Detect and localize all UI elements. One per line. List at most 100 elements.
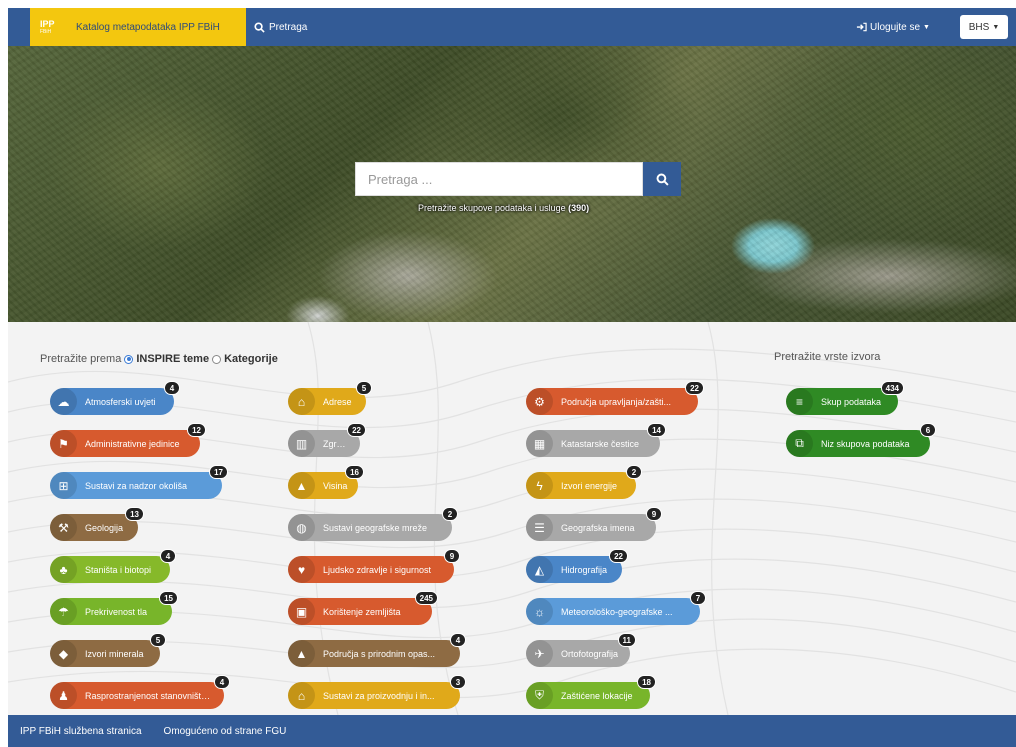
theme-pill[interactable]: ☰ Geografska imena 9	[526, 507, 662, 541]
search-hint: Pretražite skupove podataka i usluge (39…	[418, 203, 589, 213]
theme-label: Katastarske čestice	[561, 438, 640, 449]
nav-search-link[interactable]: Pretraga	[254, 8, 307, 46]
hazard-icon: ▲	[288, 640, 315, 667]
protected-icon: ⛨	[526, 682, 553, 709]
theme-pill[interactable]: ▦ Katastarske čestice 14	[526, 423, 666, 457]
theme-label: Sustavi za proizvodnju i in...	[323, 690, 435, 701]
theme-label: Zaštićene lokacije	[561, 690, 633, 701]
globe-icon: ◍	[288, 514, 315, 541]
count-badge: 6	[920, 423, 936, 437]
language-button[interactable]: BHS ▼	[960, 15, 1008, 39]
theme-pill[interactable]: ▥ Zgrade 22	[288, 423, 366, 457]
browse-by-label: Pretražite prema	[40, 353, 122, 365]
count-badge: 14	[647, 423, 666, 437]
theme-pill[interactable]: ☂ Prekrivenost tla 15	[50, 591, 178, 625]
theme-label: Staništa i biotopi	[85, 564, 152, 575]
count-badge: 13	[125, 507, 144, 521]
login-dropdown[interactable]: Ulogujte se ▼	[856, 8, 930, 46]
theme-label: Zgrade	[323, 438, 352, 449]
theme-label: Hidrografija	[561, 564, 608, 575]
theme-label: Izvori minerala	[85, 648, 144, 659]
theme-pill[interactable]: ♥ Ljudsko zdravlje i sigurnost 9	[288, 549, 460, 583]
count-badge: 2	[442, 507, 458, 521]
map-icon: ⚑	[50, 430, 77, 457]
count-badge: 11	[617, 633, 636, 647]
count-badge: 12	[187, 423, 206, 437]
count-badge: 9	[646, 507, 662, 521]
count-badge: 22	[609, 549, 628, 563]
theme-pill[interactable]: ♟ Rasprostranjenost stanovništva ... 4	[50, 675, 230, 709]
theme-pill[interactable]: ▲ Područja s prirodnim opas... 4	[288, 633, 466, 667]
theme-pill[interactable]: ◍ Sustavi geografske mreže 2	[288, 507, 458, 541]
browse-section: Pretražite prema INSPIRE teme Kategorije…	[8, 322, 1016, 715]
theme-pill[interactable]: ϟ Izvori energije 2	[526, 465, 642, 499]
heart-icon: ♥	[288, 556, 315, 583]
theme-label: Korištenje zemljišta	[323, 606, 401, 617]
search-input[interactable]: Pretraga ...	[355, 162, 643, 196]
footer-provider-link[interactable]: Omogućeno od strane FGU	[164, 726, 287, 737]
footer: IPP FBiH službena stranica Omogućeno od …	[8, 715, 1016, 747]
management-icon: ⚙	[526, 388, 553, 415]
count-badge: 15	[159, 591, 178, 605]
count-badge: 2	[626, 465, 642, 479]
source-pill[interactable]: ≡ Skup podataka 434	[786, 381, 904, 415]
theme-label: Administrativne jedinice	[85, 438, 180, 449]
theme-pill[interactable]: ☼ Meteorološko-geografske ... 7	[526, 591, 706, 625]
pickaxe-icon: ⚒	[50, 514, 77, 541]
theme-pill[interactable]: ◭ Hidrografija 22	[526, 549, 628, 583]
theme-pill[interactable]: ✈ Ortofotografija 11	[526, 633, 636, 667]
theme-pill[interactable]: ⌂ Adrese 5	[288, 381, 372, 415]
theme-label: Prekrivenost tla	[85, 606, 148, 617]
login-label: Ulogujte se	[870, 21, 921, 33]
top-navbar: IPP FBiH Katalog metapodataka IPP FBiH P…	[8, 8, 1016, 46]
count-badge: 5	[356, 381, 372, 395]
habitat-icon: ♣	[50, 556, 77, 583]
radio-inspire-label[interactable]: INSPIRE teme	[136, 353, 209, 365]
mountain-icon: ▲	[288, 472, 315, 499]
theme-pill[interactable]: ⚒ Geologija 13	[50, 507, 144, 541]
source-types-heading: Pretražite vrste izvora	[774, 351, 881, 363]
search-icon	[254, 21, 265, 33]
radio-inspire[interactable]	[124, 354, 134, 364]
count-badge: 9	[444, 549, 460, 563]
radio-categories[interactable]	[212, 354, 222, 364]
diamond-icon: ◆	[50, 640, 77, 667]
theme-pill[interactable]: ▲ Visina 16	[288, 465, 364, 499]
brand-link[interactable]: IPP FBiH Katalog metapodataka IPP FBiH	[30, 8, 246, 46]
count-badge: 245	[414, 591, 438, 605]
theme-pill[interactable]: ⌂ Sustavi za proizvodnju i in... 3	[288, 675, 466, 709]
app-title: Katalog metapodataka IPP FBiH	[76, 21, 220, 33]
parcel-icon: ▦	[526, 430, 553, 457]
theme-label: Meteorološko-geografske ...	[561, 606, 673, 617]
source-pill[interactable]: ⧉ Niz skupova podataka 6	[786, 423, 936, 457]
theme-pill[interactable]: ♣ Staništa i biotopi 4	[50, 549, 176, 583]
building-icon: ▥	[288, 430, 315, 457]
theme-pill[interactable]: ⛨ Zaštićene lokacije 18	[526, 675, 656, 709]
login-icon	[856, 22, 867, 32]
radio-categories-label[interactable]: Kategorije	[224, 353, 278, 365]
count-badge: 3	[450, 675, 466, 689]
theme-pill[interactable]: ⚑ Administrativne jedinice 12	[50, 423, 206, 457]
theme-pill[interactable]: ▣ Korištenje zemljišta 245	[288, 591, 438, 625]
theme-pill[interactable]: ☁ Atmosferski uvjeti 4	[50, 381, 180, 415]
database-icon: ≡	[786, 388, 813, 415]
footer-official-link[interactable]: IPP FBiH službena stranica	[20, 726, 142, 737]
theme-pill[interactable]: ⚙ Područja upravljanja/zašti... 22	[526, 381, 704, 415]
names-icon: ☰	[526, 514, 553, 541]
address-icon: ⌂	[288, 388, 315, 415]
theme-pill[interactable]: ◆ Izvori minerala 5	[50, 633, 166, 667]
sensor-icon: ⊞	[50, 472, 77, 499]
count-badge: 4	[160, 549, 176, 563]
caret-down-icon: ▼	[923, 23, 930, 31]
logo-text: IPP	[40, 18, 55, 29]
landcover-icon: ☂	[50, 598, 77, 625]
search-hint-text: Pretražite skupove podataka i usluge	[418, 203, 566, 213]
people-icon: ♟	[50, 682, 77, 709]
search-button[interactable]	[643, 162, 681, 196]
caret-down-icon: ▼	[992, 23, 1000, 31]
theme-label: Ortofotografija	[561, 648, 619, 659]
theme-label: Geologija	[85, 522, 124, 533]
theme-label: Područja s prirodnim opas...	[323, 648, 436, 659]
theme-pill[interactable]: ⊞ Sustavi za nadzor okoliša 17	[50, 465, 228, 499]
hero-banner: Pretraga ... Pretražite skupove podataka…	[8, 46, 1016, 322]
